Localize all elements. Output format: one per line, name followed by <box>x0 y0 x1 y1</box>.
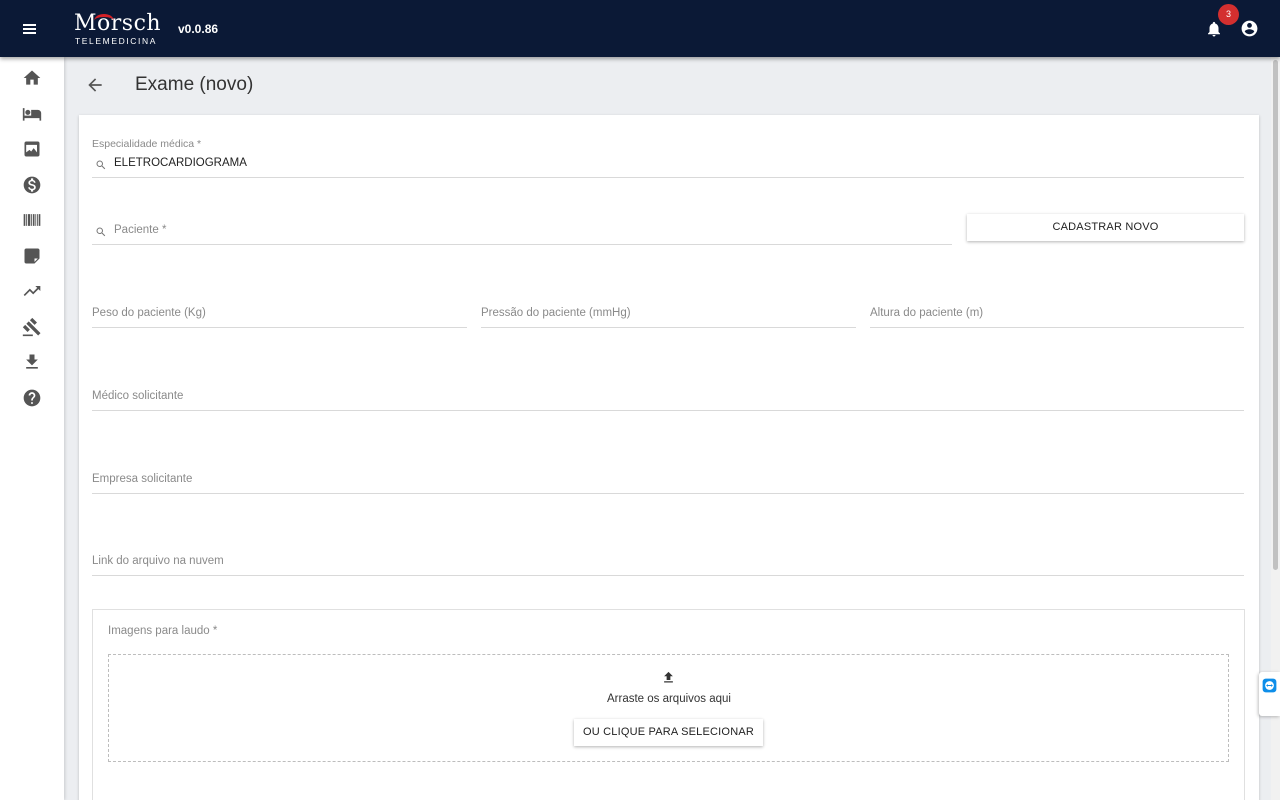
back-arrow-icon[interactable] <box>85 75 105 95</box>
sidebar-item-reports[interactable] <box>22 281 42 301</box>
logo-swoosh <box>94 14 114 28</box>
remote-support-widget[interactable] <box>1259 672 1280 716</box>
image-icon <box>24 141 40 157</box>
version-label: v0.0.86 <box>178 22 219 36</box>
empresa-placeholder: Empresa solicitante <box>92 473 193 485</box>
cadastrar-novo-button[interactable]: CADASTRAR NOVO <box>967 214 1244 241</box>
sidebar-item-financial[interactable] <box>22 175 42 195</box>
sidebar-item-home[interactable] <box>22 68 42 88</box>
remote-support-icon <box>1262 678 1277 693</box>
link-placeholder: Link do arquivo na nuvem <box>92 555 224 567</box>
select-files-button[interactable]: OU CLIQUE PARA SELECIONAR <box>574 719 763 746</box>
download-icon <box>26 354 38 369</box>
logo-text: Morsch <box>74 11 162 36</box>
logo: Morsch TELEMEDICINA <box>74 11 170 47</box>
sidebar-item-images[interactable] <box>22 139 42 159</box>
pressao-placeholder: Pressão do paciente (mmHg) <box>481 307 631 319</box>
especialidade-value: ELETROCARDIOGRAMA <box>114 157 247 169</box>
sidebar-item-barcode[interactable] <box>22 210 42 230</box>
altura-placeholder: Altura do paciente (m) <box>870 307 984 319</box>
sidebar <box>0 57 64 800</box>
monetization-icon <box>23 176 41 194</box>
imagens-label: Imagens para laudo * <box>108 625 218 637</box>
sidebar-item-downloads[interactable] <box>22 352 42 372</box>
altura-field[interactable]: Altura do paciente (m) <box>870 302 1244 328</box>
search-icon <box>96 227 106 237</box>
help-icon <box>23 389 41 407</box>
especialidade-label: Especialidade médica * <box>92 138 202 150</box>
home-icon <box>23 70 41 85</box>
sidebar-item-help[interactable] <box>22 388 42 408</box>
sidebar-item-legal[interactable] <box>22 317 42 337</box>
empresa-solicitante-field[interactable]: Empresa solicitante <box>92 468 1244 494</box>
sidebar-item-labels[interactable] <box>22 246 42 266</box>
trending-up-icon <box>23 286 41 296</box>
especialidade-field[interactable]: Especialidade médica * ELETROCARDIOGRAMA <box>92 138 1244 178</box>
link-arquivo-field[interactable]: Link do arquivo na nuvem <box>92 550 1244 576</box>
paciente-search-field[interactable]: Paciente * <box>92 218 952 245</box>
sidebar-item-hotel[interactable] <box>22 104 42 124</box>
menu-icon[interactable] <box>20 18 42 40</box>
page-title: Exame (novo) <box>135 74 254 95</box>
gavel-icon <box>22 317 41 337</box>
medico-placeholder: Médico solicitante <box>92 390 184 402</box>
drop-instructions: Arraste os arquivos aqui <box>606 693 731 705</box>
notification-badge: 3 <box>1218 4 1239 25</box>
medico-solicitante-field[interactable]: Médico solicitante <box>92 385 1244 411</box>
account-circle-icon[interactable] <box>1240 19 1259 38</box>
paciente-placeholder: Paciente * <box>114 224 167 236</box>
hotel-bed-icon <box>22 108 42 121</box>
scrollbar-thumb[interactable] <box>1273 60 1278 570</box>
peso-placeholder: Peso do paciente (Kg) <box>92 307 206 319</box>
pressao-field[interactable]: Pressão do paciente (mmHg) <box>481 302 856 328</box>
peso-field[interactable]: Peso do paciente (Kg) <box>92 302 467 328</box>
barcode-icon <box>23 214 41 226</box>
upload-icon <box>664 671 673 683</box>
logo-subtext: TELEMEDICINA <box>75 36 158 46</box>
search-icon <box>96 160 106 170</box>
top-app-bar: Morsch TELEMEDICINA v0.0.86 3 <box>0 0 1280 57</box>
label-icon <box>24 248 40 264</box>
